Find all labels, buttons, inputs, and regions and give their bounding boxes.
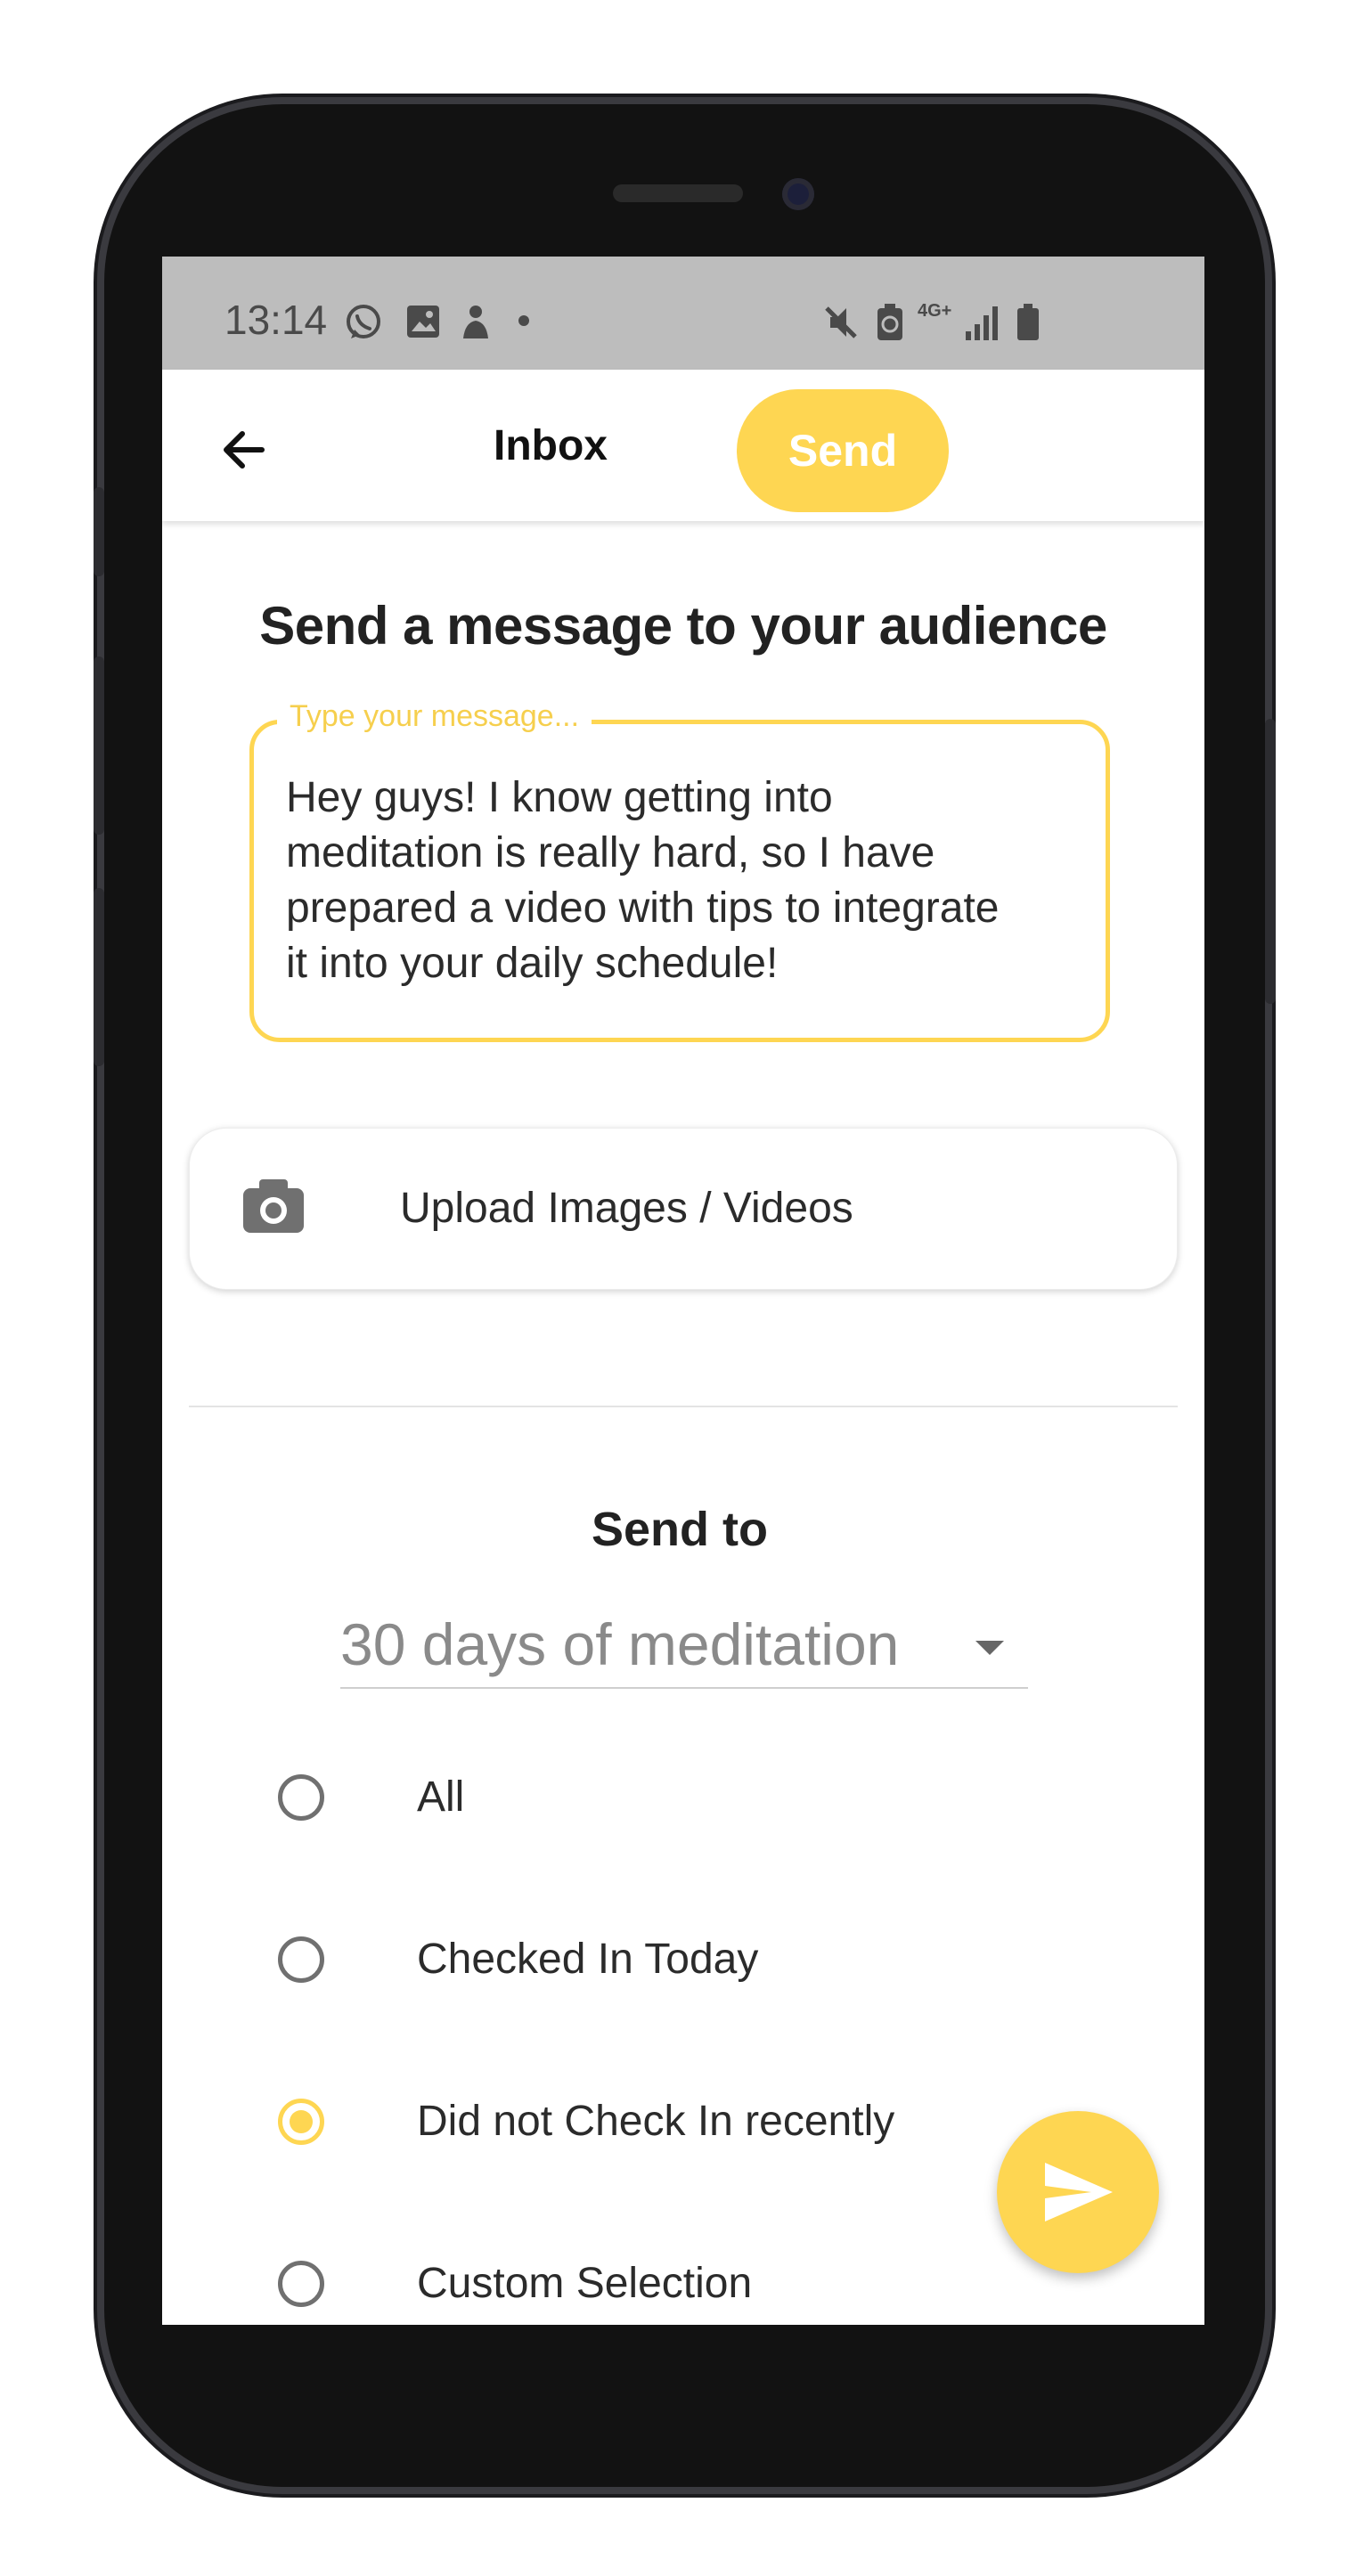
send-fab[interactable]: [997, 2111, 1159, 2273]
compose-heading: Send a message to your audience: [259, 596, 1107, 656]
radio-button-selected[interactable]: [278, 2099, 324, 2145]
front-camera: [782, 178, 814, 210]
battery-icon: [1017, 304, 1039, 340]
status-time: 13:14: [224, 297, 328, 343]
radio-label: All: [417, 1773, 465, 1821]
earpiece-speaker: [613, 184, 743, 202]
radio-button[interactable]: [278, 2261, 324, 2307]
radio-label: Custom Selection: [417, 2260, 753, 2307]
upload-label: Upload Images / Videos: [400, 1185, 853, 1232]
radio-label: Did not Check In recently: [417, 2098, 895, 2145]
status-bar: 13:14 4G+: [162, 257, 1204, 370]
signal-icon: [966, 306, 998, 340]
message-field[interactable]: Type your message... Hey guys! I know ge…: [249, 699, 1110, 1042]
radio-label: Checked In Today: [417, 1936, 759, 1983]
radio-option-all[interactable]: All: [278, 1762, 1080, 1842]
radio-option-custom-selection[interactable]: Custom Selection: [278, 2248, 1080, 2325]
gallery-icon: [407, 306, 439, 338]
camera-icon: [243, 1179, 304, 1233]
volume-up-button: [94, 656, 104, 835]
message-text[interactable]: Hey guys! I know getting into meditation…: [286, 770, 1088, 991]
program-dropdown[interactable]: 30 days of meditation: [340, 1610, 1028, 1689]
chevron-down-icon: [975, 1641, 1004, 1655]
network-4g-icon: 4G+: [918, 301, 952, 321]
message-field-label: Type your message...: [277, 699, 592, 734]
send-to-heading: Send to: [592, 1503, 768, 1556]
battery-saver-icon: [877, 304, 902, 340]
arrow-left-icon[interactable]: [217, 423, 271, 477]
radio-option-did-not-check-in[interactable]: Did not Check In recently: [278, 2086, 1080, 2166]
radio-option-checked-in-today[interactable]: Checked In Today: [278, 1924, 1080, 2004]
side-button: [94, 487, 104, 576]
app-bar: Inbox Send: [162, 370, 1204, 521]
upload-media-button[interactable]: Upload Images / Videos: [189, 1128, 1178, 1290]
volume-down-button: [94, 888, 104, 1066]
dot-icon: [518, 315, 529, 326]
program-dropdown-value: 30 days of meditation: [340, 1611, 900, 1677]
radio-button[interactable]: [278, 1936, 324, 1983]
send-button[interactable]: Send: [737, 389, 949, 512]
screen: 13:14 4G+ Inbox Send Send a message to y…: [162, 257, 1204, 2325]
radio-button[interactable]: [278, 1774, 324, 1821]
whatsapp-icon: [347, 305, 380, 338]
send-icon: [1045, 2163, 1113, 2221]
power-button: [1265, 719, 1276, 1004]
divider: [189, 1406, 1178, 1407]
page-title: Inbox: [494, 422, 608, 469]
mute-icon: [825, 306, 857, 338]
app-notification-icon: [463, 306, 488, 338]
